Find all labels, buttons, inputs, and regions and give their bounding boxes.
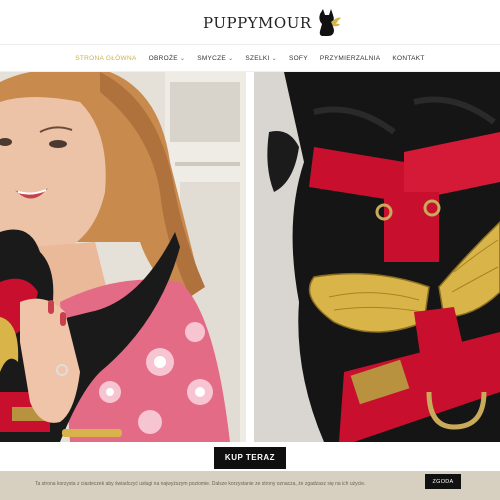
chevron-down-icon: ⌄ (179, 56, 186, 62)
nav-item-label: SZELKI (245, 55, 270, 62)
logo-text: PUPPYMOUR (203, 14, 312, 32)
site-header: PUPPYMOUR (0, 0, 500, 45)
nav-item-label: SMYCZE (197, 55, 227, 62)
chevron-down-icon: ⌄ (271, 56, 277, 62)
buy-now-button[interactable]: KUP TERAZ (213, 447, 287, 469)
nav-item-label: SOFY (288, 55, 308, 62)
logo[interactable]: PUPPYMOUR (203, 8, 342, 38)
nav-item-fitting-room[interactable]: PRZYMIERZALNIA (314, 55, 387, 62)
cookie-bar: Ta strona korzysta z ciasteczek aby świa… (0, 471, 500, 500)
hero-image-dog-harness[interactable] (254, 72, 500, 442)
hero-image-woman-with-dog[interactable] (0, 72, 246, 442)
nav-item-home[interactable]: STRONA GŁÓWNA (69, 55, 142, 62)
nav-item-label: PRZYMIERZALNIA (319, 55, 381, 62)
nav-item-collars[interactable]: OBROŻE ⌄ (143, 55, 192, 62)
nav-item-label: KONTAKT (392, 55, 425, 62)
cookie-accept-button[interactable]: ZGODA (425, 474, 461, 489)
nav-item-harnesses[interactable]: SZELKI ⌄ (239, 55, 283, 62)
nav-item-contact[interactable]: KONTAKT (386, 55, 430, 62)
cta-wrapper: KUP TERAZ (0, 447, 500, 471)
nav-item-sofas[interactable]: SOFY (283, 55, 314, 62)
main-nav: STRONA GŁÓWNA OBROŻE ⌄ SMYCZE ⌄ SZELKI ⌄… (0, 46, 500, 72)
nav-item-leashes[interactable]: SMYCZE ⌄ (191, 55, 239, 62)
nav-item-label: STRONA GŁÓWNA (75, 55, 137, 62)
dog-logo-icon (318, 9, 341, 36)
nav-item-label: OBROŻE (148, 55, 178, 62)
cookie-notice-text: Ta strona korzysta z ciasteczek aby świa… (35, 481, 366, 487)
hero-gallery (0, 72, 500, 442)
chevron-down-icon: ⌄ (228, 56, 234, 62)
